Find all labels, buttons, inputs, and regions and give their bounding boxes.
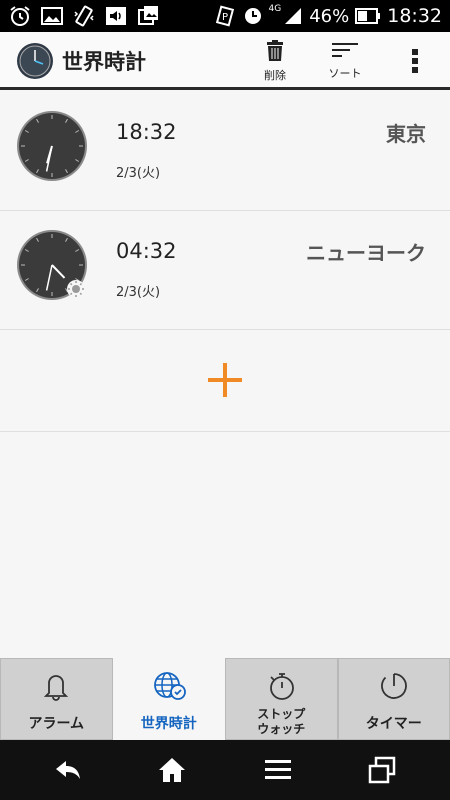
clock-status-icon	[244, 8, 261, 24]
recent-apps-icon[interactable]	[366, 755, 398, 785]
clock-date: 2/3(火)	[116, 166, 161, 181]
vibrate-icon	[74, 5, 94, 27]
signal-icon	[285, 8, 302, 24]
tab-stopwatch[interactable]: ストップ ウォッチ	[225, 658, 338, 740]
battery-icon	[355, 8, 381, 24]
globe-icon	[153, 672, 186, 700]
clock-date: 2/3(火)	[116, 285, 161, 300]
bottom-tab-bar: アラーム 世界時計 ストップ ウォッチ タイマー	[0, 658, 450, 740]
image-icon	[41, 7, 63, 25]
clock-row-newyork[interactable]: 04:32 2/3(火) ニューヨーク	[0, 211, 450, 330]
add-clock-button[interactable]	[205, 360, 245, 400]
battery-percent: 46%	[309, 5, 350, 27]
sort-label: ソート	[328, 67, 362, 80]
svg-text:P: P	[222, 12, 228, 23]
home-icon[interactable]	[156, 755, 188, 785]
overflow-menu-button[interactable]	[404, 48, 426, 78]
nfc-icon: P	[215, 5, 234, 27]
tab-label-line1: ストップ	[257, 707, 306, 721]
volume-icon	[106, 7, 126, 25]
tab-label: タイマー	[365, 716, 422, 732]
status-bar: P 4G 46% 18:32	[0, 0, 450, 32]
analog-clock-icon	[17, 230, 87, 300]
clock-time: 18:32	[116, 120, 177, 144]
back-icon[interactable]	[52, 755, 84, 785]
tab-label: ストップ ウォッチ	[226, 707, 337, 737]
timer-icon	[380, 673, 407, 699]
sun-icon	[67, 280, 85, 298]
stopwatch-icon	[270, 673, 295, 700]
menu-icon[interactable]	[262, 755, 294, 785]
alarm-clock-icon	[10, 6, 30, 26]
delete-button[interactable]: 削除	[258, 40, 292, 83]
trash-icon	[267, 40, 283, 61]
tab-label: アラーム	[28, 716, 85, 732]
plus-icon	[208, 363, 242, 397]
app-bar: 世界時計 削除 ソート	[0, 32, 450, 90]
delete-label: 削除	[264, 69, 286, 82]
sort-button[interactable]: ソート	[324, 40, 366, 81]
tab-label: 世界時計	[140, 716, 197, 732]
photo-share-icon	[138, 6, 158, 25]
clock-time: 04:32	[116, 239, 177, 263]
system-nav-bar	[0, 740, 450, 800]
tab-label-line2: ウォッチ	[257, 722, 306, 736]
analog-clock-icon	[17, 111, 87, 181]
tab-world-clock[interactable]: 世界時計	[112, 658, 225, 740]
network-type: 4G	[268, 4, 282, 14]
tab-alarm[interactable]: アラーム	[0, 658, 113, 740]
add-clock-row	[0, 330, 450, 432]
status-time: 18:32	[387, 5, 442, 27]
world-clock-app-icon	[17, 43, 53, 79]
city-name: ニューヨーク	[306, 241, 426, 265]
status-right: P 4G 46% 18:32	[213, 0, 442, 32]
clock-row-tokyo[interactable]: 18:32 2/3(火) 東京	[0, 92, 450, 211]
tab-timer[interactable]: タイマー	[337, 658, 450, 740]
sort-icon	[332, 43, 358, 57]
notification-icons	[8, 4, 160, 28]
bell-icon	[44, 675, 69, 701]
app-title: 世界時計	[62, 50, 146, 74]
city-name: 東京	[386, 122, 426, 146]
more-vert-icon	[412, 49, 418, 73]
